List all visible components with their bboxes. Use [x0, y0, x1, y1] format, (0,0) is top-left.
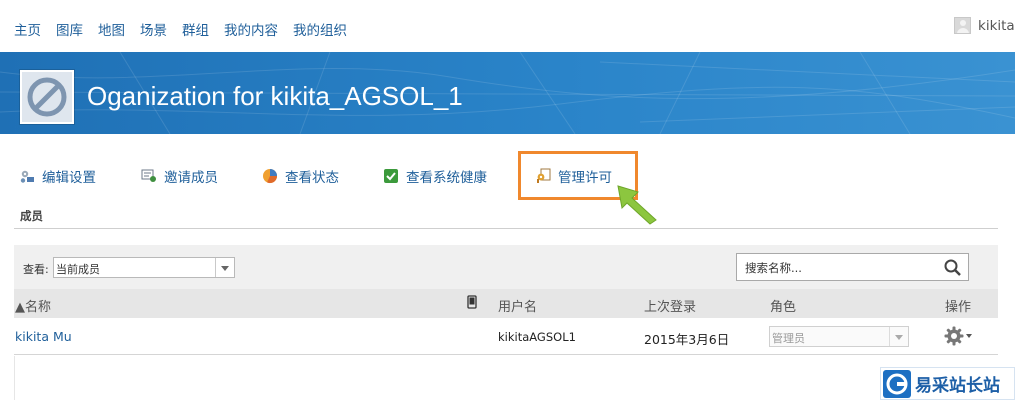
section-divider — [14, 228, 998, 229]
column-header-role[interactable]: 角色 — [770, 296, 796, 315]
members-section-label: 成员 — [20, 209, 43, 223]
pie-chart-icon — [262, 168, 278, 184]
username: kikita — [978, 17, 1015, 34]
table-empty-area — [14, 356, 998, 400]
edit-settings-icon — [19, 168, 35, 184]
checkbox-checked-icon — [383, 168, 399, 184]
view-system-health-button[interactable]: 查看系统健康 — [383, 160, 487, 192]
organization-logo — [20, 70, 74, 124]
members-filter-bar: 查看: 当前成员 — [14, 245, 998, 289]
watermark: 易采站长站 — [880, 367, 1015, 400]
organization-banner: Oganization for kikita_AGSOL_1 — [0, 52, 1015, 134]
column-header-username[interactable]: 用户名 — [498, 296, 537, 315]
view-select-value: 当前成员 — [56, 263, 100, 276]
nav-link-home[interactable]: 主页 — [14, 19, 41, 39]
search-field[interactable] — [736, 253, 969, 281]
view-system-health-label: 查看系统健康 — [406, 170, 487, 186]
nav-link-my-content[interactable]: 我的内容 — [224, 19, 278, 39]
table-row: kikita Mu kikitaAGSOL1 2015年3月6日 管理员 — [14, 318, 998, 355]
no-image-icon — [27, 77, 67, 117]
nav-links: 主页 图库 地图 场景 群组 我的内容 我的组织 — [14, 19, 362, 39]
invite-members-icon — [141, 168, 157, 184]
invite-members-label: 邀请成员 — [164, 170, 218, 186]
mobile-device-icon — [467, 295, 477, 309]
nav-link-groups[interactable]: 群组 — [182, 19, 209, 39]
role-select[interactable]: 管理员 — [769, 326, 909, 347]
member-last-login: 2015年3月6日 — [644, 332, 730, 347]
gear-icon — [944, 326, 964, 346]
role-select-value: 管理员 — [772, 332, 805, 345]
member-username: kikitaAGSOL1 — [498, 330, 576, 344]
nav-link-map[interactable]: 地图 — [98, 19, 125, 39]
view-status-label: 查看状态 — [285, 170, 339, 186]
watermark-text: 易采站长站 — [915, 376, 1000, 396]
edit-settings-button[interactable]: 编辑设置 — [19, 160, 96, 192]
row-actions-button[interactable] — [944, 326, 972, 346]
chevron-down-icon — [215, 258, 234, 277]
member-name-link[interactable]: kikita Mu — [15, 329, 72, 344]
user-menu[interactable]: kikita — [954, 17, 1015, 34]
top-nav: 主页 图库 地图 场景 群组 我的内容 我的组织 kikita — [0, 0, 1015, 52]
caret-down-icon — [966, 334, 972, 338]
nav-link-my-organization[interactable]: 我的组织 — [293, 19, 347, 39]
nav-link-gallery[interactable]: 图库 — [56, 19, 83, 39]
invite-members-button[interactable]: 邀请成员 — [141, 160, 218, 192]
edit-settings-label: 编辑设置 — [42, 170, 96, 186]
view-status-button[interactable]: 查看状态 — [262, 160, 339, 192]
pointer-arrow-icon — [617, 185, 657, 225]
column-header-actions: 操作 — [945, 300, 972, 315]
search-icon[interactable] — [943, 258, 963, 278]
members-table-header: ▲名称 用户名 上次登录 角色 操作 — [14, 289, 998, 318]
view-select[interactable]: 当前成员 — [53, 257, 235, 278]
search-input[interactable] — [745, 260, 935, 276]
organization-toolbar: 编辑设置 邀请成员 查看状态 查看系统健康 管理许可 — [0, 160, 1015, 194]
column-header-name[interactable]: ▲名称 — [15, 296, 51, 315]
watermark-logo-icon — [883, 369, 911, 398]
view-label: 查看: — [23, 263, 49, 276]
chevron-down-icon — [889, 327, 908, 346]
nav-link-scene[interactable]: 场景 — [140, 19, 167, 39]
avatar-icon — [954, 17, 971, 34]
organization-title: Oganization for kikita_AGSOL_1 — [87, 81, 463, 111]
column-header-last-login[interactable]: 上次登录 — [644, 296, 696, 315]
